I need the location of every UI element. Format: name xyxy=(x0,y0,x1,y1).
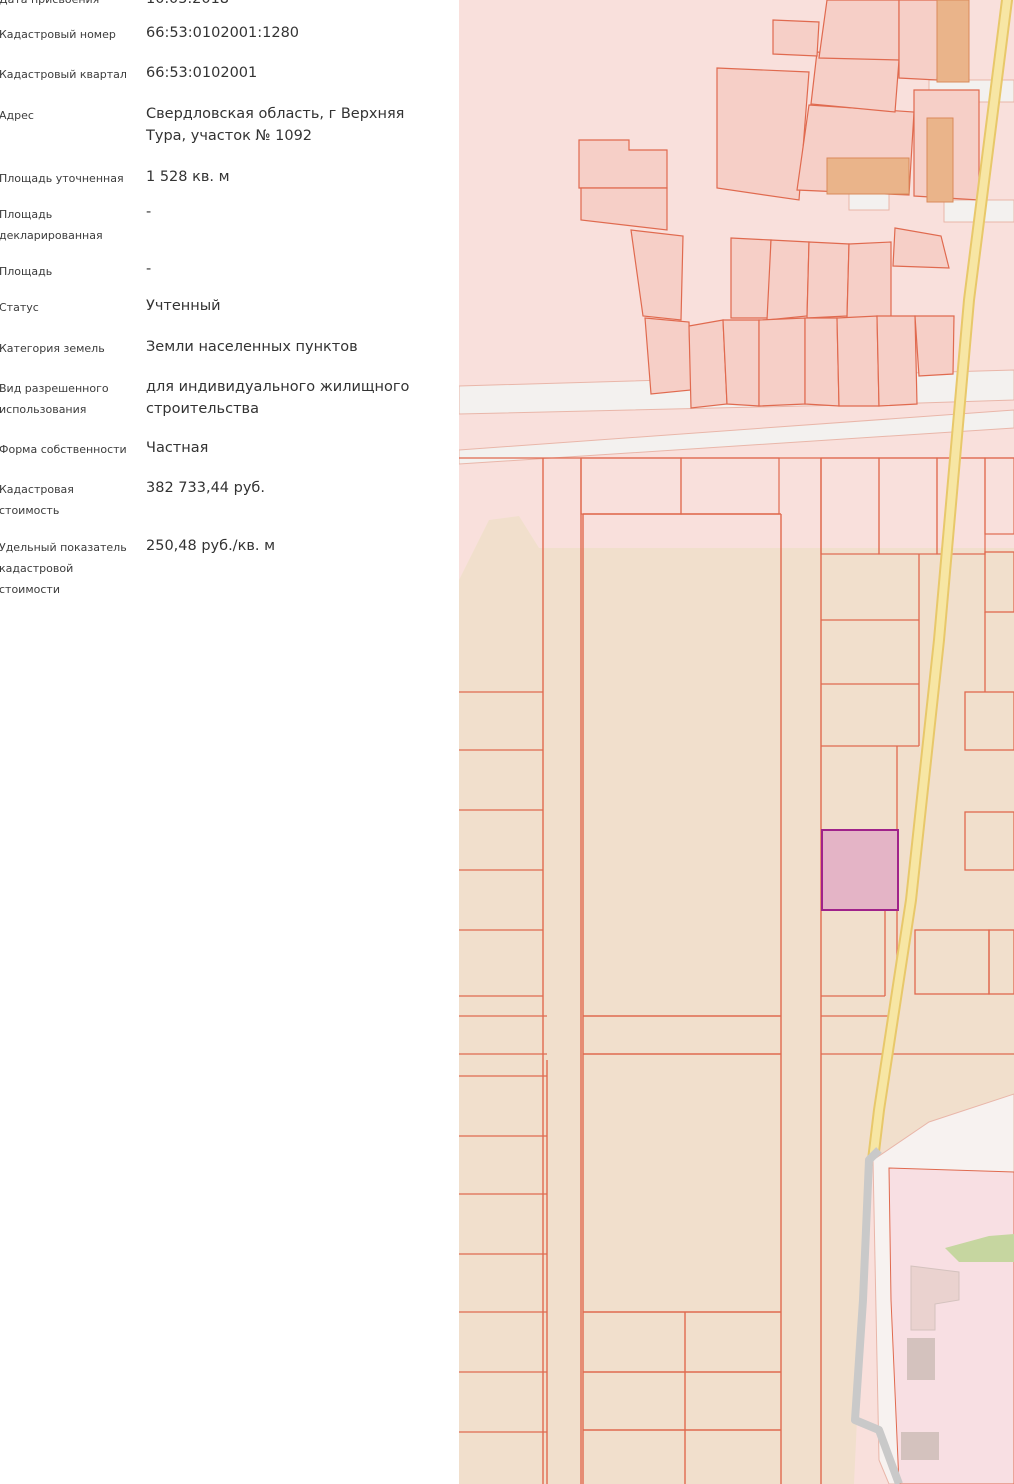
value-date: 10.05.2018 xyxy=(146,0,446,10)
map-building-gray-2 xyxy=(901,1432,939,1460)
label-ownership: Форма собственности xyxy=(0,443,127,456)
label-land-category: Категория земель xyxy=(0,342,105,355)
value-status: Учтенный xyxy=(146,298,221,314)
value-permitted-use: для индивидуального жилищного строительс… xyxy=(146,379,410,417)
value-ownership: Частная xyxy=(146,440,209,456)
map-building-gray-1 xyxy=(907,1338,935,1380)
value-cadastral-number[interactable]: 66:53:0102001:1280 xyxy=(146,22,446,44)
selected-parcel[interactable] xyxy=(821,829,899,911)
value-cadastral-quarter[interactable]: 66:53:0102001 xyxy=(146,62,446,84)
label-area-declared: Площадь декларированная xyxy=(0,208,103,242)
label-area: Площадь xyxy=(0,265,53,278)
label-area-specified: Площадь уточненная xyxy=(0,172,124,185)
value-specific-value: 250,48 руб./кв. м xyxy=(146,538,276,554)
value-address: Свердловская область, г Верхняя Тура, уч… xyxy=(146,106,405,144)
cadastral-map[interactable] xyxy=(459,0,1014,1484)
value-area-declared: - xyxy=(146,204,152,220)
label-cadastral-quarter: Кадастровый квартал xyxy=(0,68,127,81)
label-cadastral-value: Кадастровая стоимость xyxy=(0,483,74,517)
map-canvas[interactable] xyxy=(459,0,1014,1484)
label-date: Дата присвоения xyxy=(0,0,134,10)
info-panel: Дата присвоения 10.05.2018 Кадастровый н… xyxy=(0,0,459,1484)
value-area: - xyxy=(146,261,152,277)
label-specific-value: Удельный показатель кадастровой стоимост… xyxy=(0,541,127,596)
label-status: Статус xyxy=(0,301,39,314)
label-permitted-use: Вид разрешенного использования xyxy=(0,382,109,416)
value-area-specified: 1 528 кв. м xyxy=(146,169,230,185)
value-land-category: Земли населенных пунктов xyxy=(146,339,358,355)
value-cadastral-value: 382 733,44 руб. xyxy=(146,480,265,496)
label-cadastral-number: Кадастровый номер xyxy=(0,28,116,41)
label-address: Адрес xyxy=(0,109,34,122)
